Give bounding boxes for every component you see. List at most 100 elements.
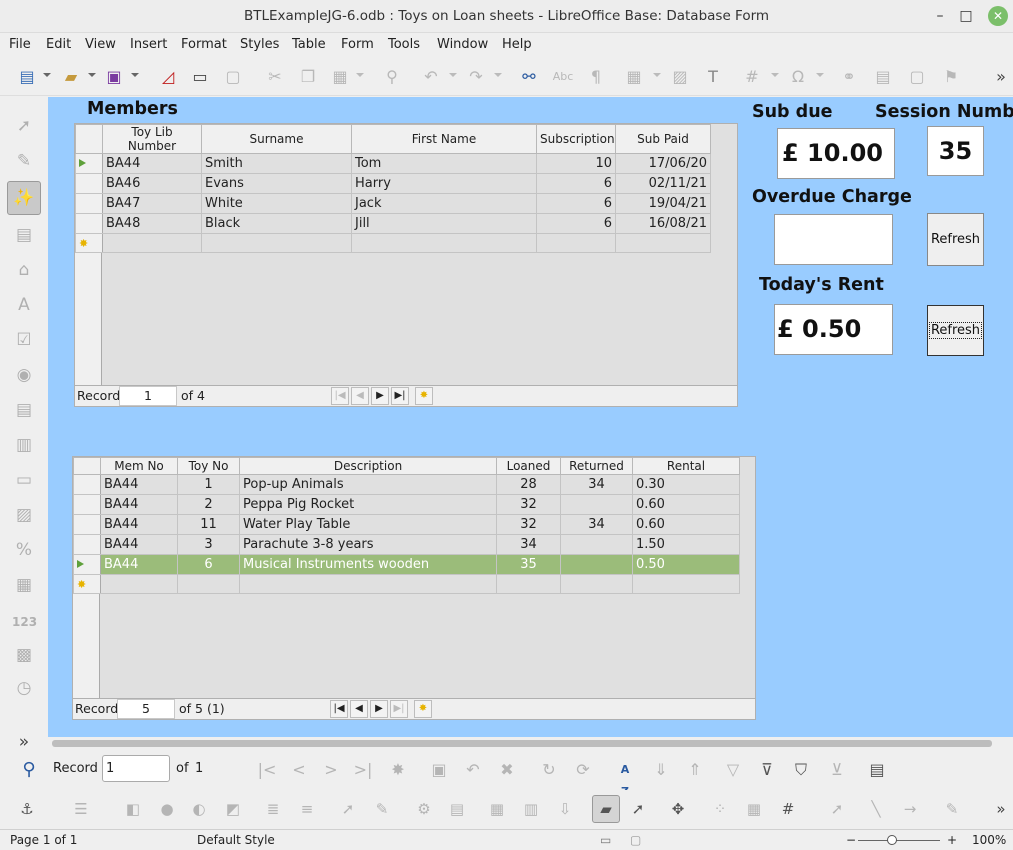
minimize-button[interactable]: – [930,6,950,26]
display-grid-icon[interactable]: ⁘ [709,798,731,820]
cell-returned[interactable] [560,554,633,575]
automatic-control-focus-icon[interactable]: ✥ [667,798,689,820]
print-icon[interactable]: ▭ [189,66,211,88]
new-record-row[interactable]: ✸ [75,233,711,253]
col-first-name[interactable]: First Name [351,124,537,154]
time-field-icon[interactable]: ◷ [12,676,36,700]
cell-surname[interactable]: White [201,193,352,214]
undo-dropdown-icon[interactable] [449,73,457,77]
arrow-icon[interactable]: → [899,798,921,820]
next-record-icon[interactable]: ▶ [370,700,388,718]
save-record-icon[interactable]: ▣ [428,759,450,781]
footnote-icon[interactable]: ▤ [872,66,894,88]
search-icon[interactable]: ⚲ [18,759,40,781]
activation-order-icon[interactable]: ⇩ [554,798,576,820]
selection-mode-icon[interactable]: ▭ [600,833,611,847]
last-record-icon[interactable]: ▶| [391,387,409,405]
menu-format[interactable]: Format [181,37,227,52]
new-record-icon[interactable]: ✸ [387,759,409,781]
image-button-icon[interactable]: ▨ [12,503,36,527]
more-tools-icon[interactable]: » [990,798,1012,820]
save-icon[interactable]: ▣ [103,66,125,88]
menu-table[interactable]: Table [292,37,326,52]
menu-window[interactable]: Window [437,37,488,52]
cell-subscription[interactable]: 10 [536,153,616,174]
loans-grid[interactable]: Mem No Toy No Description Loaned Returne… [72,456,756,720]
first-record-icon[interactable]: |◀ [330,700,348,718]
page-style[interactable]: Default Style [197,833,275,847]
clone-formatting-icon[interactable]: ⚲ [381,66,403,88]
cell-rental[interactable]: 0.50 [632,554,740,575]
record-number-input[interactable]: 1 [119,386,177,406]
paste-icon[interactable]: ▦ [329,66,351,88]
cell-mem-no[interactable]: BA44 [100,514,178,535]
cell-returned[interactable] [560,534,633,555]
sort-ascending-icon[interactable]: AZ [614,759,636,798]
spelling-icon[interactable]: Abc [552,66,574,88]
zoom-level[interactable]: 100% [972,833,1006,847]
col-loaned[interactable]: Loaned [496,457,561,475]
row-selector[interactable] [75,153,103,174]
cell-toy-lib-number[interactable]: BA44 [102,153,202,174]
record-number-input[interactable]: 1 [102,755,170,782]
cell-sub-paid[interactable]: 02/11/21 [615,173,711,194]
cell-rental[interactable]: 0.60 [632,514,740,535]
send-to-back-icon[interactable]: ◩ [222,798,244,820]
tab-order-icon[interactable]: ▦ [486,798,508,820]
previous-record-icon[interactable]: ◀ [351,387,369,405]
design-mode-icon[interactable]: ✎ [12,149,36,173]
cell-description[interactable]: Water Play Table [239,514,497,535]
cell-mem-no[interactable]: BA44 [100,534,178,555]
paste-dropdown-icon[interactable] [356,73,364,77]
menu-edit[interactable]: Edit [46,37,71,52]
checkbox-icon[interactable]: ☑ [12,328,36,352]
autofilter-icon[interactable]: ▽ [722,759,744,781]
table-row[interactable]: BA44 11 Water Play Table 32 34 0.60 [73,514,740,535]
session-number-field[interactable]: 35 [927,126,984,176]
formatted-field-icon[interactable]: % [12,538,36,562]
form-properties-icon[interactable]: ▤ [446,798,468,820]
row-selector[interactable] [73,474,101,495]
cell-toy-no[interactable]: 3 [177,534,240,555]
cell-rental[interactable]: 1.50 [632,534,740,555]
menu-insert[interactable]: Insert [130,37,167,52]
row-selector[interactable] [75,213,103,234]
col-sub-paid[interactable]: Sub Paid [615,124,711,154]
ungroup-icon[interactable]: ≡ [296,798,318,820]
maximize-button[interactable]: □ [956,6,976,26]
track-changes-icon[interactable]: ⚑ [940,66,962,88]
col-subscription[interactable]: Subscription [536,124,616,154]
push-button-icon[interactable]: ▭ [12,468,36,492]
sort-icon[interactable]: ⇑ [684,759,706,781]
numeric-field-icon[interactable]: 123 [12,610,37,634]
cell-subscription[interactable]: 6 [536,213,616,234]
table-dropdown-icon[interactable] [653,73,661,77]
list-box-icon[interactable]: ▤ [12,398,36,422]
hyperlink-icon[interactable]: ⚭ [838,66,860,88]
new-record-button-icon[interactable]: ✸ [415,387,433,405]
delete-record-icon[interactable]: ✖ [496,759,518,781]
insert-image-icon[interactable]: ▨ [669,66,691,88]
special-character-icon[interactable]: Ω [787,66,809,88]
table-row[interactable]: BA44 2 Peppa Pig Rocket 32 0.60 [73,494,740,515]
cell-surname[interactable]: Evans [201,173,352,194]
col-description[interactable]: Description [239,457,497,475]
cell-sub-paid[interactable]: 19/04/21 [615,193,711,214]
align-icon[interactable]: ☰ [70,798,92,820]
bring-to-front-icon[interactable]: ◧ [122,798,144,820]
cell-toy-no[interactable]: 11 [177,514,240,535]
insert-textbox-icon[interactable]: T [702,66,724,88]
table-row[interactable]: BA44 3 Parachute 3-8 years 34 1.50 [73,534,740,555]
copy-icon[interactable]: ❐ [297,66,319,88]
print-preview-icon[interactable]: ▢ [222,66,244,88]
menu-form[interactable]: Form [341,37,374,52]
curve-icon[interactable]: ✎ [941,798,963,820]
save-dropdown-icon[interactable] [131,73,139,77]
cell-rental[interactable]: 0.60 [632,494,740,515]
cell-first-name[interactable]: Harry [351,173,537,194]
cut-icon[interactable]: ✂ [264,66,286,88]
col-mem-no[interactable]: Mem No [100,457,178,475]
cell-first-name[interactable]: Jill [351,213,537,234]
col-rental[interactable]: Rental [632,457,740,475]
cell-loaned[interactable]: 32 [496,514,561,535]
